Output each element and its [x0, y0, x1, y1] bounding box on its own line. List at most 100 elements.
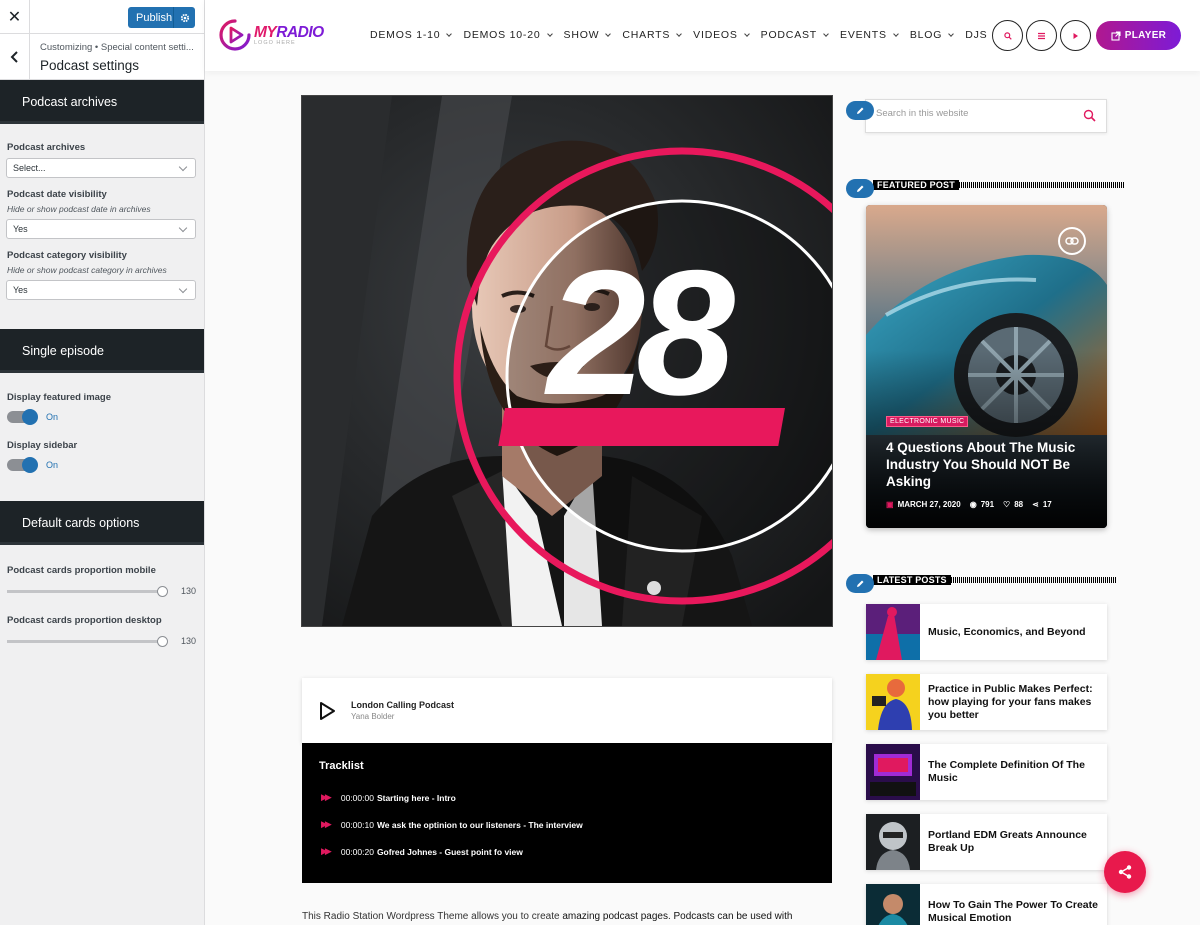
post-title: How To Gain The Power To Create Musical … [928, 899, 1098, 924]
nav-item-charts[interactable]: CHARTS [622, 29, 683, 41]
cards-mobile-label: Podcast cards proportion mobile [7, 565, 156, 576]
publish-label: Publish [136, 11, 173, 24]
chevron-down-icon [823, 30, 829, 37]
category-badge[interactable]: ELECTRONIC MUSIC [886, 416, 969, 427]
track-name: We ask the optinion to our listeners - T… [376, 819, 583, 830]
category-visibility-description: Hide or show podcast category in archive… [7, 265, 167, 275]
archives-select[interactable]: Select... [6, 158, 196, 178]
cards-desktop-label: Podcast cards proportion desktop [7, 615, 162, 626]
post-thumbnail [866, 674, 920, 730]
sidebar-toggle[interactable]: On [7, 457, 204, 473]
player-button[interactable]: PLAYER [1096, 21, 1181, 50]
search-icon [1003, 31, 1012, 40]
tracklist-title: Tracklist [319, 760, 364, 772]
play-button[interactable] [1060, 20, 1091, 51]
nav-item-videos[interactable]: VIDEOS [693, 29, 750, 41]
fast-forward-icon: ▶▶ [321, 792, 332, 802]
intro-bold-2: Podcasts can be used with [673, 911, 793, 922]
chevron-down-icon [446, 30, 453, 37]
title-divider [958, 182, 1124, 188]
gear-icon[interactable] [173, 7, 195, 28]
category-visibility-select[interactable]: Yes [6, 280, 196, 300]
share-icon [1118, 865, 1132, 879]
play-icon[interactable] [319, 701, 337, 721]
customizer-panel: ✕ Publish Customizing • Special content … [0, 0, 205, 925]
main-nav: DEMOS 1-10 DEMOS 10-20 SHOW CHARTS VIDEOS POD… [370, 29, 1010, 41]
edit-pencil-icon[interactable] [846, 574, 874, 593]
track-row[interactable]: ▶▶ 00:00:00 Starting here - Intro [321, 792, 456, 803]
latest-post-item[interactable]: The Complete Definition Of The Music [866, 744, 1107, 800]
latest-post-item[interactable]: How To Gain The Power To Create Musical … [866, 884, 1107, 925]
track-time: 00:00:10 [340, 819, 374, 830]
featured-image-toggle[interactable]: On [7, 409, 204, 425]
toggle-knob [22, 457, 38, 473]
featured-post-meta: ▣ MARCH 27, 2020 ◉ 791 ♡ 88 ⋖ 17 [886, 500, 1061, 509]
latest-post-item[interactable]: Portland EDM Greats Announce Break Up [866, 814, 1107, 870]
section-heading-cards: Default cards options [0, 501, 204, 545]
fast-forward-icon: ▶▶ [321, 819, 332, 829]
nav-item-label: DEMOS 1-10 [370, 29, 441, 41]
site-preview: MYRADIO LOGO HERE DEMOS 1-10 DEMOS 10-20 S… [205, 0, 1200, 925]
customizer-topbar: ✕ Publish [0, 0, 204, 34]
edit-pencil-icon[interactable] [846, 179, 874, 198]
date-visibility-description: Hide or show podcast date in archives [7, 204, 151, 214]
podcast-title: London Calling Podcast [351, 700, 454, 710]
nav-item-demos-1-10[interactable]: DEMOS 1-10 [370, 29, 453, 41]
edit-pencil-icon[interactable] [846, 101, 874, 120]
track-name: Starting here - Intro [376, 792, 456, 803]
nav-item-label: VIDEOS [693, 29, 738, 41]
slider-thumb[interactable] [157, 635, 168, 647]
logo-name-right: RADIO [276, 23, 324, 41]
chevron-down-icon [605, 30, 612, 37]
widget-title-text: FEATURED POST [873, 180, 959, 190]
latest-post-item[interactable]: Music, Economics, and Beyond [866, 604, 1107, 660]
latest-post-item[interactable]: Practice in Public Makes Perfect: how pl… [866, 674, 1107, 730]
nav-item-demos-10-20[interactable]: DEMOS 10-20 [463, 29, 553, 41]
chevron-down-icon [676, 30, 683, 37]
nav-item-podcast[interactable]: PODCAST [761, 29, 829, 41]
cards-mobile-slider[interactable]: 130 [7, 585, 204, 597]
search-input[interactable] [876, 108, 1076, 119]
publish-button[interactable]: Publish [128, 7, 195, 28]
nav-item-label: BLOG [909, 29, 943, 41]
back-arrow-icon[interactable] [0, 34, 30, 80]
search-icon[interactable] [1083, 109, 1096, 122]
hamburger-icon [1038, 32, 1045, 39]
podcast-player: London Calling Podcast Yana Bolder [302, 678, 832, 743]
logo-icon [219, 19, 251, 51]
section-heading-single: Single episode [0, 329, 204, 373]
date-visibility-select[interactable]: Yes [6, 219, 196, 239]
site-logo[interactable]: MYRADIO LOGO HERE [217, 17, 324, 53]
post-title: Music, Economics, and Beyond [928, 625, 1086, 638]
cards-desktop-slider[interactable]: 130 [7, 635, 204, 647]
featured-post-title[interactable]: 4 Questions About The Music Industry You… [886, 439, 1086, 490]
chevron-down-icon [948, 30, 955, 37]
featured-post-card[interactable]: ELECTRONIC MUSIC 4 Questions About The M… [866, 205, 1107, 528]
share-button[interactable] [1104, 851, 1146, 893]
podcast-featured-image: 28 [302, 96, 832, 626]
hero-number: 28 [547, 233, 735, 432]
toggle-switch[interactable] [7, 409, 38, 425]
fast-forward-icon: ▶▶ [321, 846, 332, 856]
external-link-icon [1111, 30, 1121, 41]
heart-icon: ♡ [1003, 500, 1011, 509]
menu-button[interactable] [1026, 20, 1057, 51]
slider-track[interactable] [7, 585, 168, 597]
nav-item-events[interactable]: EVENTS [840, 29, 899, 41]
slider-thumb[interactable] [157, 585, 168, 597]
chevron-down-icon [546, 30, 553, 37]
player-label: PLAYER [1124, 30, 1167, 41]
close-icon[interactable]: ✕ [0, 0, 30, 34]
track-row[interactable]: ▶▶ 00:00:10 We ask the optinion to our l… [321, 819, 583, 830]
link-icon[interactable] [1058, 227, 1086, 255]
nav-item-blog[interactable]: BLOG [909, 29, 955, 41]
tracklist: Tracklist ▶▶ 00:00:00 Starting here - In… [302, 743, 832, 883]
slider-track[interactable] [7, 635, 168, 647]
track-row[interactable]: ▶▶ 00:00:20 Gofred Johnes - Guest point … [321, 846, 523, 857]
toggle-switch[interactable] [7, 457, 38, 473]
calendar-icon: ▣ [886, 500, 894, 509]
track-time: 00:00:00 [340, 792, 374, 803]
nav-item-show[interactable]: SHOW [564, 29, 612, 41]
search-button[interactable] [992, 20, 1023, 51]
post-title: Practice in Public Makes Perfect: how pl… [928, 682, 1093, 721]
